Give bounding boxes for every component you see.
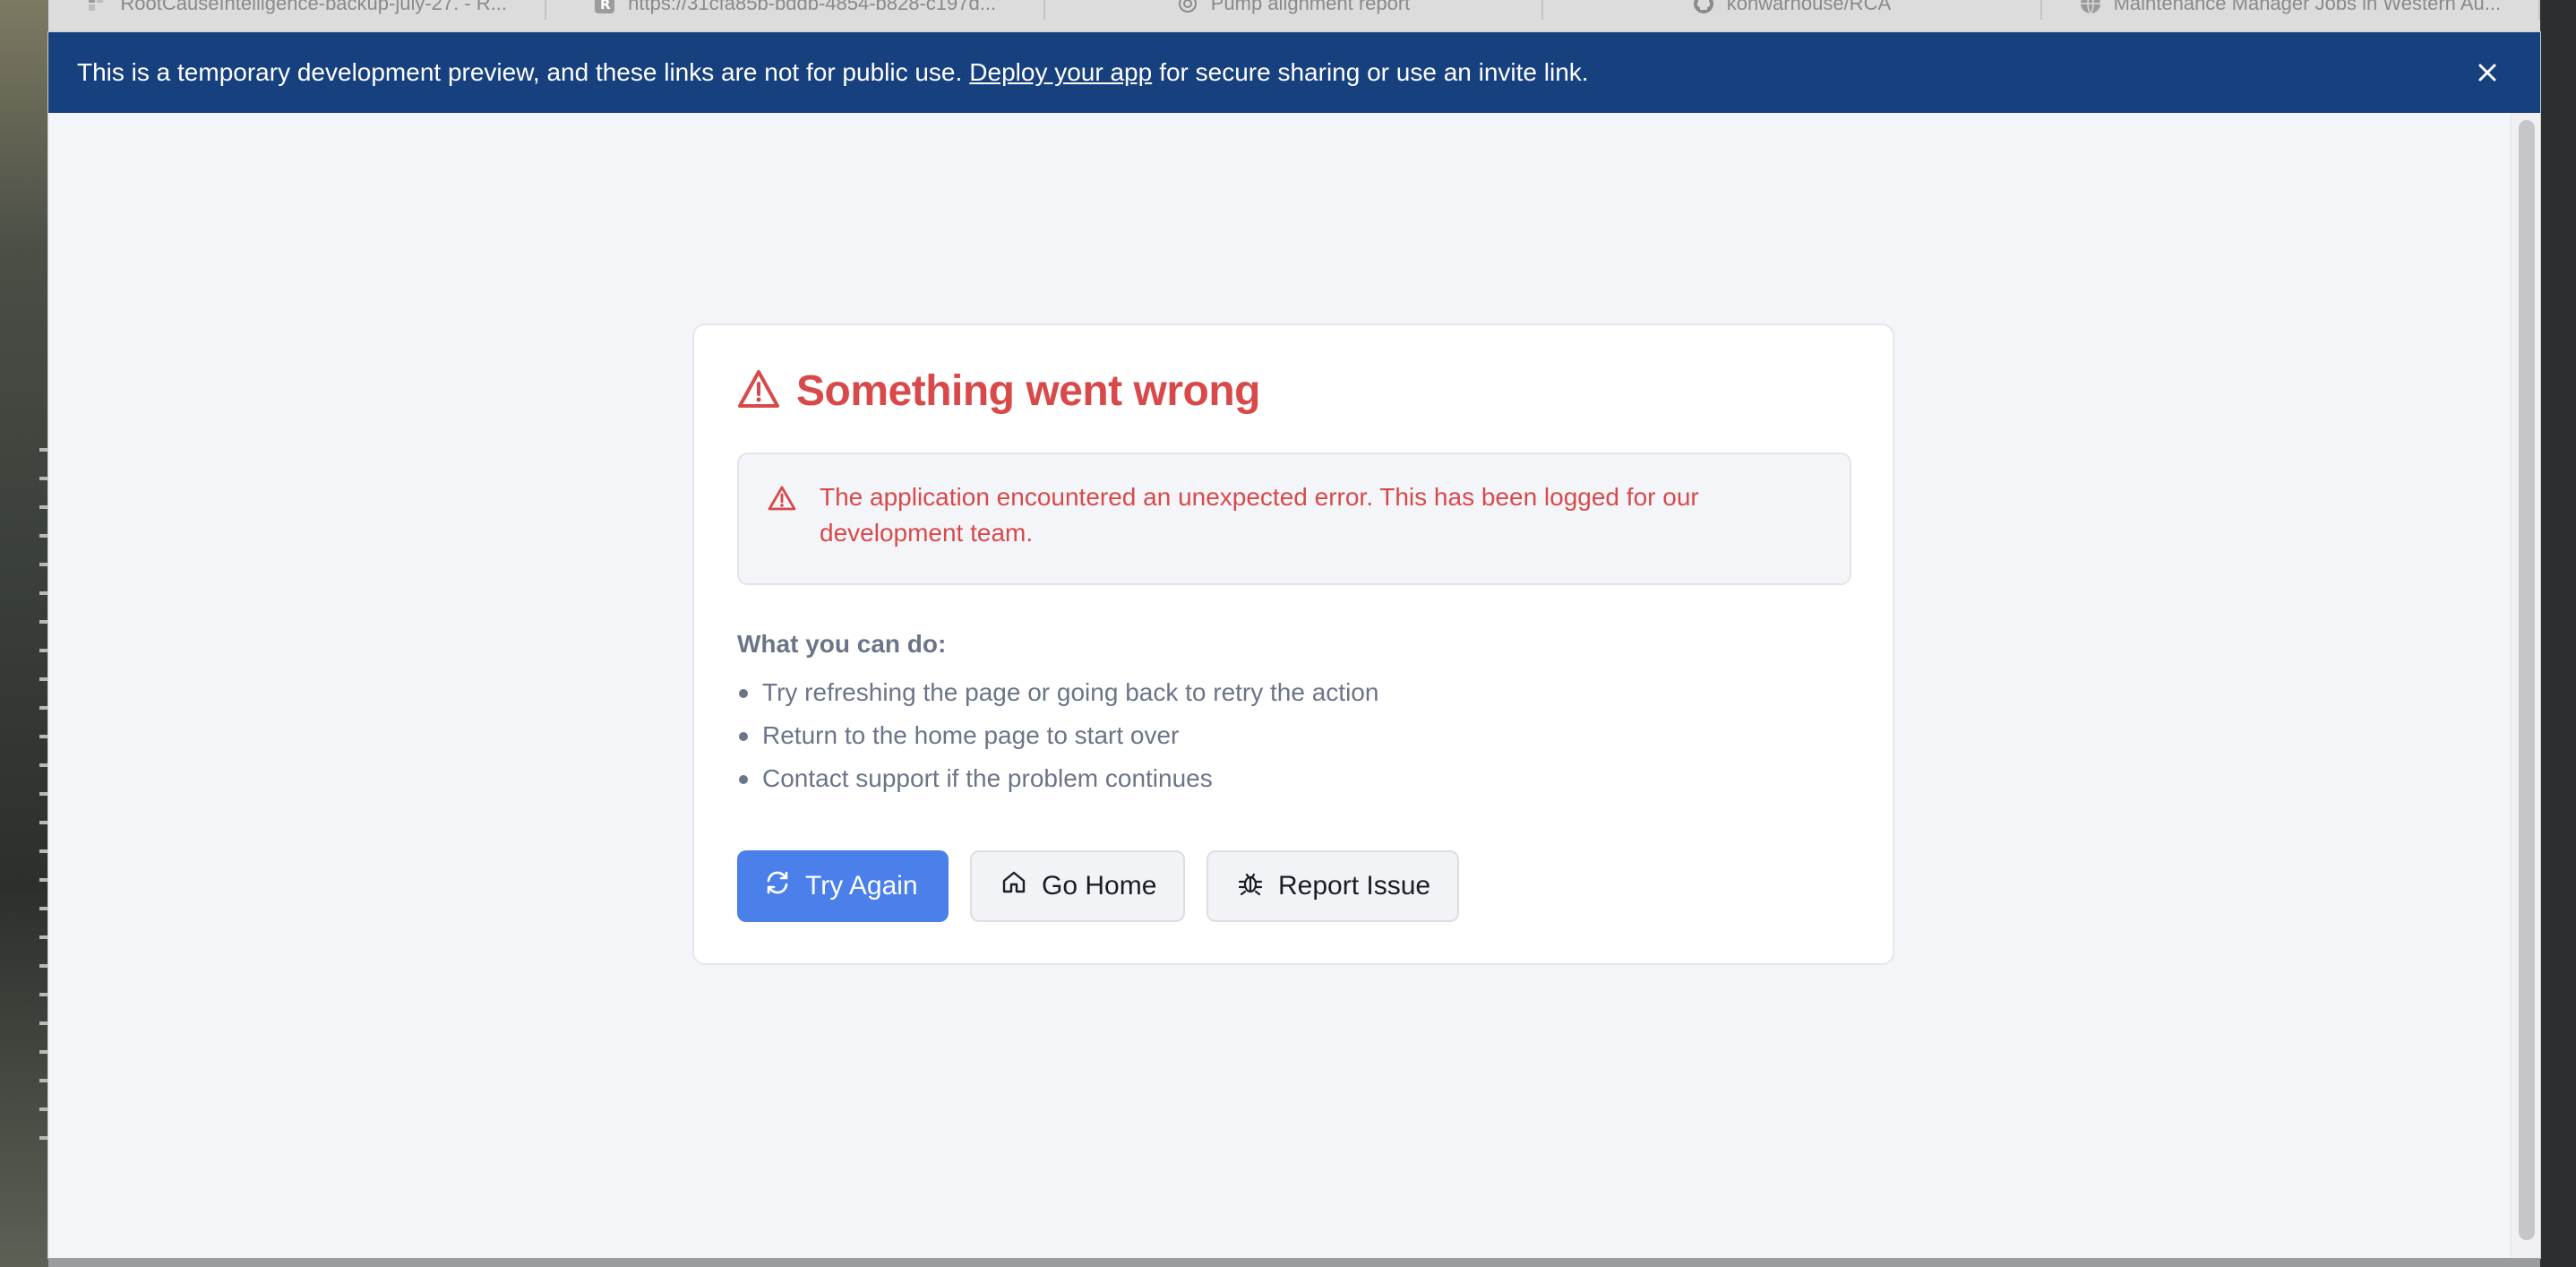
report-issue-label: Report Issue [1278, 871, 1431, 901]
suggestion-text: Try refreshing the page or going back to… [762, 678, 1379, 706]
bug-icon [1237, 869, 1264, 903]
desktop-background-right [2540, 0, 2576, 1267]
tab-label: RootCauseIntelligence-backup-july-27. - … [120, 0, 508, 14]
home-icon [1000, 869, 1027, 903]
tab-maintenance-jobs[interactable]: Maintenance Manager Jobs in Western Au..… [2042, 0, 2541, 20]
deploy-app-link[interactable]: Deploy your app [969, 58, 1152, 87]
tab-label: Pump alignment report [1210, 0, 1411, 14]
desktop-dock-edge [48, 1258, 2540, 1267]
error-card: Something went wrong The application enc… [692, 323, 1894, 965]
list-item: Contact support if the problem continues [737, 757, 1378, 800]
try-again-button[interactable]: Try Again [737, 850, 949, 922]
tab-github-rca[interactable]: konwarhouse/RCA [1543, 0, 2042, 20]
suggestion-text: Contact support if the problem continues [762, 764, 1213, 792]
try-again-label: Try Again [805, 871, 918, 901]
list-item: Return to the home page to start over [737, 714, 1378, 757]
dev-preview-banner: This is a temporary development preview,… [48, 32, 2540, 113]
tab-label: https://31cfa85b-bddb-4854-b828-c197d... [628, 0, 997, 14]
tab-label: konwarhouse/RCA [1726, 0, 1892, 14]
openai-icon [1177, 0, 1198, 14]
warning-icon [737, 369, 780, 413]
report-issue-button[interactable]: Report Issue [1206, 850, 1459, 922]
desktop-background-left [0, 0, 48, 1267]
tab-label: Maintenance Manager Jobs in Western Au..… [2113, 0, 2502, 14]
error-title: Something went wrong [796, 367, 1260, 415]
suggestion-text: Return to the home page to start over [762, 721, 1180, 749]
refresh-icon [764, 869, 791, 903]
svg-text:R: R [600, 0, 611, 13]
banner-text: This is a temporary development preview,… [77, 58, 963, 86]
error-heading: Something went wrong [737, 366, 1260, 416]
go-home-button[interactable]: Go Home [970, 850, 1185, 922]
suggestions-list: Try refreshing the page or going back to… [737, 671, 1378, 800]
scrollbar-thumb[interactable] [2519, 120, 2535, 1240]
globe-icon [2080, 0, 2101, 14]
alert-warning-icon [768, 485, 796, 516]
tab-pump-alignment[interactable]: Pump alignment report [1045, 0, 1544, 20]
github-icon [1693, 0, 1714, 14]
browser-tab-bar: RootCauseIntelligence-backup-july-27. - … [48, 0, 2541, 33]
r-icon: R [594, 0, 615, 14]
suggestions-heading: What you can do: [737, 630, 947, 658]
browser-window: This is a temporary development preview,… [48, 32, 2540, 1258]
banner-text-after: for secure sharing or use an invite link… [1159, 58, 1589, 86]
close-icon[interactable] [2472, 57, 2503, 88]
tab-preview-url[interactable]: R https://31cfa85b-bddb-4854-b828-c197d.… [546, 0, 1045, 20]
error-message: The application encountered an unexpecte… [820, 483, 1699, 547]
app-icon [86, 0, 107, 14]
tab-root-cause-backup[interactable]: RootCauseIntelligence-backup-july-27. - … [48, 0, 547, 20]
error-alert: The application encountered an unexpecte… [737, 452, 1851, 585]
list-item: Try refreshing the page or going back to… [737, 671, 1378, 714]
go-home-label: Go Home [1042, 871, 1157, 901]
